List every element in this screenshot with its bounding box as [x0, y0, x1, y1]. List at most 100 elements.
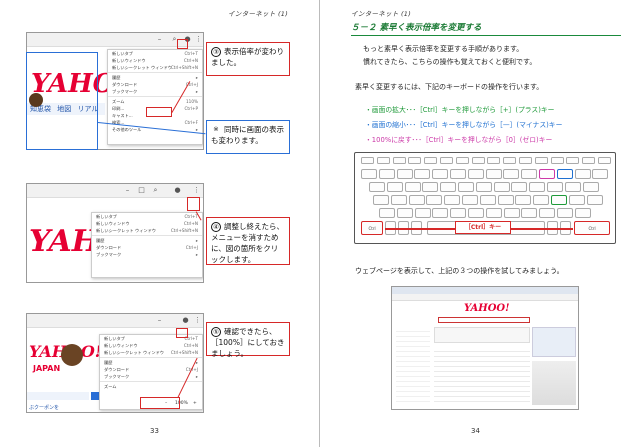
menu-separator — [108, 96, 202, 97]
zoom-in-button[interactable]: + — [193, 400, 197, 408]
more-menu-icon[interactable]: ⋮ — [192, 186, 201, 195]
highlight-more-button — [187, 197, 200, 211]
highlight-more-button — [177, 39, 188, 49]
menu-item-shortcut: Ctrl+J — [185, 245, 198, 250]
callout-step3: ③ 表示倍率が変わりました。 — [206, 42, 290, 76]
address-bar — [392, 294, 578, 301]
menu-item-label: 新しいタブ — [96, 214, 117, 219]
menu-item-shortcut: Ctrl+N — [183, 343, 198, 348]
menu-item[interactable]: 新しいタブ Ctrl+T — [108, 50, 202, 57]
menu-item[interactable]: 新しいシークレット ウィンドウ Ctrl+Shift+N — [108, 64, 202, 71]
login-panel — [532, 327, 576, 357]
page-number: 34 — [471, 427, 480, 435]
ctrl-key-label: ［Ctrl］キー — [455, 221, 511, 234]
menu-item-label: 履歴 — [104, 360, 113, 365]
menu-item[interactable]: 履歴 ▸ — [100, 359, 202, 366]
menu-item-shortcut: ▸ — [195, 75, 198, 80]
yahoo-browser-screenshot: YAHOO! — [391, 286, 579, 410]
minimize-icon[interactable]: – — [155, 316, 164, 325]
letter-key — [373, 195, 389, 205]
minimize-icon[interactable]: – — [123, 186, 132, 195]
menu-item[interactable]: 新しいウィンドウ Ctrl+N — [108, 57, 202, 64]
menu-item[interactable]: ダウンロード Ctrl+J — [92, 244, 202, 251]
letter-key — [408, 195, 425, 205]
menu-item[interactable]: ズーム — [100, 383, 202, 390]
avatar-icon[interactable]: ● — [181, 316, 190, 325]
browser-toolbar: – □ ⌕ ● ⋮ — [27, 184, 203, 198]
menu-item-shortcut: Ctrl+Shift+N — [170, 350, 198, 355]
menu-item-label: ブックマーク — [104, 374, 130, 379]
menu-item-shortcut: Ctrl+Shift+N — [170, 65, 198, 70]
menu-item[interactable]: 履歴 ▸ — [92, 237, 202, 244]
menu-item[interactable]: ズーム 110% — [108, 98, 202, 105]
search-icon[interactable]: ⌕ — [151, 186, 160, 195]
menu-item-shortcut: Ctrl+T — [184, 51, 198, 56]
menu-item[interactable]: ブックマーク ▸ — [108, 88, 202, 95]
window-icon[interactable]: □ — [137, 186, 146, 195]
function-key — [408, 157, 422, 164]
topics-area — [434, 327, 530, 343]
menu-item-label: ズーム — [104, 384, 117, 389]
function-key — [534, 157, 548, 164]
left-menu — [396, 327, 430, 405]
letter-key — [493, 182, 510, 192]
avatar-icon[interactable]: ● — [173, 186, 182, 195]
note-mark: ※ — [213, 125, 219, 133]
menu-item[interactable]: 新しいシークレット ウィンドウ Ctrl+Shift+N — [100, 349, 202, 356]
function-key — [361, 157, 374, 164]
menu-item-label: ダウンロード — [96, 245, 122, 250]
function-key — [424, 157, 438, 164]
menu-item[interactable]: 新しいタブ Ctrl+T — [92, 213, 202, 220]
minimize-icon[interactable]: – — [155, 35, 164, 44]
intro-line-2: 慣れてきたら、こちらの操作も覚えておくと便利です。 — [363, 58, 537, 66]
menu-item[interactable]: 新しいウィンドウ Ctrl+N — [92, 220, 202, 227]
menu-item[interactable]: 新しいシークレット ウィンドウ Ctrl+Shift+N — [92, 227, 202, 234]
search-bar[interactable] — [27, 392, 89, 400]
lead-text: 素早く変更するには、下記のキーボードの操作を行います。 — [355, 83, 544, 91]
number-key — [521, 169, 538, 179]
number-key — [414, 169, 431, 179]
number-key — [592, 169, 609, 179]
outro-text: ウェブページを表示して、上記の３つの操作を試してみましょう。 — [355, 267, 564, 275]
menu-item-shortcut: Ctrl+N — [183, 221, 198, 226]
function-key — [440, 157, 453, 164]
number-key — [432, 169, 449, 179]
number-key — [378, 169, 395, 179]
menu-item[interactable]: ダウンロードCtrl+J — [100, 366, 202, 373]
menu-item-shortcut: ▸ — [195, 89, 198, 94]
callout-text: 表示倍率が変わりました。 — [211, 47, 284, 67]
page-header: インターネット (1) — [351, 10, 412, 18]
menu-item-label: ダウンロード — [112, 82, 138, 87]
letter-key — [379, 208, 395, 218]
page-number: 33 — [150, 427, 159, 435]
letter-key — [462, 195, 478, 205]
menu-item-label: 新しいタブ — [112, 51, 133, 56]
coupon-link[interactable]: ぶクーポンを — [29, 404, 59, 411]
more-menu-icon[interactable]: ⋮ — [193, 316, 202, 325]
letter-key — [386, 182, 403, 192]
letter-key — [440, 182, 457, 192]
step-number: ⑤ — [211, 327, 221, 337]
more-menu-icon[interactable]: ⋮ — [194, 35, 203, 44]
callout-step4: ④ 調整し終えたら、メニューを消すために、図の箇所をクリックします。 — [206, 217, 290, 265]
menu-item-shortcut: ▸ — [195, 374, 198, 379]
intro-line-1: もっと素早く表示倍率を変更する手順があります。 — [363, 45, 524, 53]
menu-item-label: ブックマーク — [112, 89, 138, 94]
menu-item-label: ズーム — [112, 99, 125, 104]
letter-key — [582, 182, 599, 192]
arrow-right — [511, 228, 573, 230]
menu-item-shortcut: Ctrl+N — [183, 58, 198, 63]
menu-item-label: 履歴 — [112, 75, 121, 80]
menu-item[interactable]: 履歴 ▸ — [108, 74, 202, 81]
function-key — [455, 157, 469, 164]
menu-item-label: 新しいウィンドウ — [104, 343, 138, 348]
menu-item[interactable]: ブックマーク ▸ — [92, 251, 202, 258]
letter-key — [414, 208, 431, 218]
letter-key — [458, 182, 474, 192]
letter-key — [450, 208, 467, 218]
search-box[interactable] — [438, 317, 530, 323]
menu-item-label: ブックマーク — [96, 252, 122, 257]
menu-item[interactable]: 新しいウィンドウ Ctrl+N — [100, 342, 202, 349]
menu-item-shortcut: ▸ — [195, 238, 198, 243]
letter-key — [547, 182, 563, 192]
